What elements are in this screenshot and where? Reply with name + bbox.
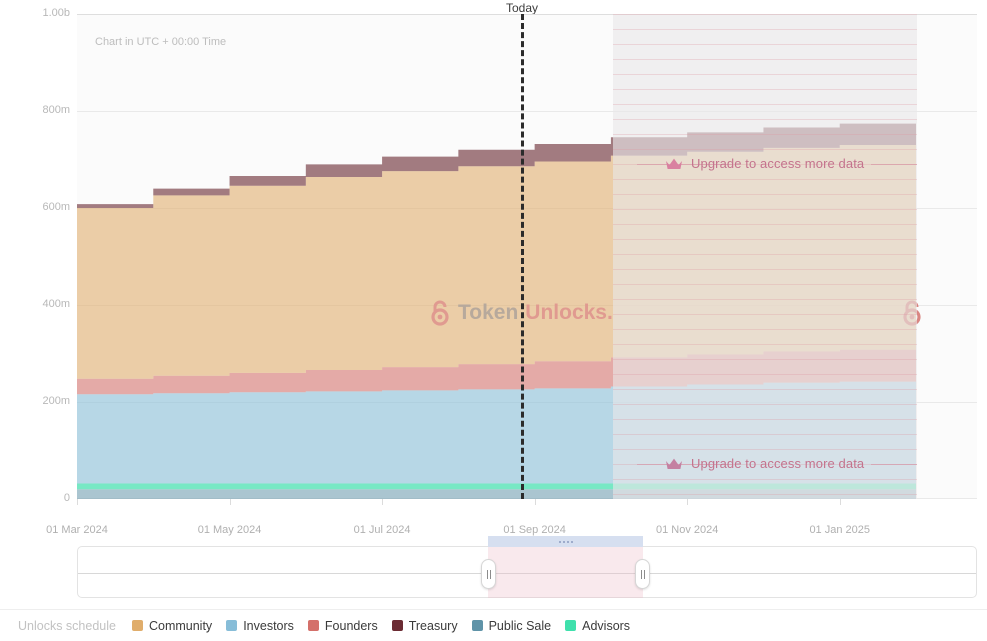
y-axis: 0 200m 400m 600m 800m 1.00b [8,0,70,520]
legend-item-advisors[interactable]: Advisors [565,619,630,633]
range-drag-bar[interactable] [488,536,643,547]
legend-swatch-icon [307,620,319,631]
x-axis-tick [77,499,78,505]
y-axis-tick-label: 600m [42,201,70,213]
range-handle-right[interactable] [635,559,650,589]
y-axis-tick-label: 800m [42,104,70,116]
range-selection[interactable] [488,546,643,598]
legend-item-treasury[interactable]: Treasury [391,618,458,633]
area-series-advisors [77,483,916,490]
chart-plot-area: Chart in UTC + 00:00 Time Token Unlocks. [77,14,977,499]
token-unlocks-chart-page: Today 0 200m 400m 600m 800m 1.00b Chart in UT… [0,0,987,641]
legend-title: Unlocks schedule [18,618,116,633]
area-series-public-sale [77,489,916,499]
x-axis-tick [229,499,231,505]
legend-item-label: Founders [324,618,378,633]
upgrade-banner-bottom-label: Upgrade to access more data [691,456,865,471]
y-axis-tick-label: 200m [42,395,70,407]
y-axis-tick-label: 400m [42,298,70,310]
range-handle-left[interactable] [481,559,496,589]
y-axis-tick-label: 1.00b [42,7,70,19]
legend-item-label: Community [148,618,213,633]
legend-swatch-icon [226,620,238,631]
upgrade-banner-bottom[interactable]: Upgrade to access more data [665,456,864,471]
legend-item-label: Public Sale [488,618,552,633]
x-axis-tick [839,499,841,505]
x-axis-tick-label: 01 Sep 2024 [503,524,566,536]
legend-item-public-sale[interactable]: Public Sale [471,618,552,633]
legend-swatch-icon [391,620,403,631]
crown-icon [666,158,682,169]
today-vertical-line [521,14,524,499]
x-axis-tick-label: 01 Jan 2025 [809,524,870,536]
upgrade-banner-top[interactable]: Upgrade to access more data [665,156,864,171]
legend-swatch-icon [565,620,577,631]
drag-dots-icon [558,540,573,543]
upgrade-banner-top-label: Upgrade to access more data [691,156,865,171]
legend-item-investors[interactable]: Investors [226,619,294,633]
x-axis-tick-label: 01 Mar 2024 [46,524,108,536]
legend-swatch-icon [471,620,483,631]
crown-icon [666,458,682,469]
x-axis-tick-label: 01 Jul 2024 [353,524,411,536]
chart-legend: Unlocks schedule Community Investors Found… [0,609,987,641]
legend-swatch-icon [131,620,143,631]
x-axis-tick [534,499,536,505]
legend-item-label: Investors [243,618,294,633]
legend-item-label: Treasury [408,618,458,633]
x-axis-tick-label: 01 Nov 2024 [655,524,719,536]
upgrade-rule-bottom-right [871,464,917,465]
x-axis-tick-label: 01 May 2024 [197,524,262,536]
legend-item-label: Advisors [582,618,631,633]
legend-item-community[interactable]: Community [131,618,213,633]
x-axis-tick [382,499,384,505]
x-axis-tick [687,499,689,505]
area-series-community [77,142,916,379]
stacked-area-series [77,119,916,499]
upgrade-rule-top-right [871,164,917,165]
y-axis-tick-label: 0 [63,492,70,504]
legend-item-founders[interactable]: Founders [307,618,378,633]
range-selector[interactable] [77,536,977,598]
